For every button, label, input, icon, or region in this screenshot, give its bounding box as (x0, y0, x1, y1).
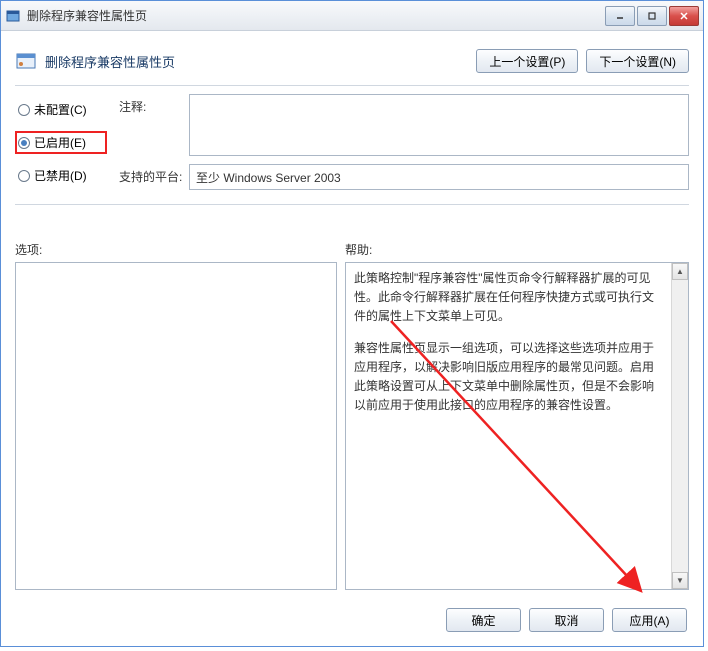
radio-icon (18, 170, 30, 182)
options-panel (15, 262, 337, 590)
platform-row: 支持的平台: 至少 Windows Server 2003 (119, 164, 689, 190)
radio-label: 已禁用(D) (34, 167, 87, 184)
help-label: 帮助: (345, 243, 372, 257)
scroll-up-button[interactable]: ▲ (672, 263, 688, 280)
apply-button[interactable]: 应用(A) (612, 608, 687, 632)
options-label: 选项: (15, 243, 42, 257)
comment-label: 注释: (119, 94, 189, 156)
header-row: 删除程序兼容性属性页 上一个设置(P) 下一个设置(N) (15, 39, 689, 83)
maximize-button[interactable] (637, 6, 667, 26)
radio-icon (18, 104, 30, 116)
radio-enabled[interactable]: 已启用(E) (15, 131, 107, 154)
window-controls (603, 6, 699, 26)
policy-icon (15, 50, 37, 72)
scroll-track[interactable] (672, 280, 688, 572)
page-title: 删除程序兼容性属性页 (45, 52, 476, 71)
footer-row: 确定 取消 应用(A) (15, 598, 689, 638)
nav-buttons: 上一个设置(P) 下一个设置(N) (476, 49, 689, 73)
comment-input[interactable] (189, 94, 689, 156)
config-section: 未配置(C) 已启用(E) 已禁用(D) 注释: 支持的平台: (15, 94, 689, 198)
divider (15, 85, 689, 86)
radio-group: 未配置(C) 已启用(E) 已禁用(D) (15, 94, 107, 198)
platform-label: 支持的平台: (119, 164, 189, 190)
help-panel: 此策略控制"程序兼容性"属性页命令行解释器扩展的可见性。此命令行解释器扩展在任何… (345, 262, 689, 590)
app-icon (5, 8, 21, 24)
titlebar: 删除程序兼容性属性页 (1, 1, 703, 31)
panels-row: 此策略控制"程序兼容性"属性页命令行解释器扩展的可见性。此命令行解释器扩展在任何… (15, 262, 689, 598)
scrollbar[interactable]: ▲ ▼ (671, 263, 688, 589)
scroll-down-button[interactable]: ▼ (672, 572, 688, 589)
cancel-button[interactable]: 取消 (529, 608, 604, 632)
next-setting-button[interactable]: 下一个设置(N) (586, 49, 689, 73)
radio-disabled[interactable]: 已禁用(D) (15, 164, 107, 187)
close-button[interactable] (669, 6, 699, 26)
window-title: 删除程序兼容性属性页 (27, 7, 603, 24)
radio-not-configured[interactable]: 未配置(C) (15, 98, 107, 121)
mid-labels-row: 选项: 帮助: (15, 241, 689, 258)
ok-button[interactable]: 确定 (446, 608, 521, 632)
help-paragraph: 此策略控制"程序兼容性"属性页命令行解释器扩展的可见性。此命令行解释器扩展在任何… (354, 269, 663, 327)
content-area: 删除程序兼容性属性页 上一个设置(P) 下一个设置(N) 未配置(C) 已启用(… (1, 31, 703, 646)
prev-setting-button[interactable]: 上一个设置(P) (476, 49, 578, 73)
dialog-window: 删除程序兼容性属性页 删除程序兼容性属性页 上一个设置(P) 下一个设置(N) … (0, 0, 704, 647)
radio-icon (18, 137, 30, 149)
radio-label: 未配置(C) (34, 101, 87, 118)
fields-column: 注释: 支持的平台: 至少 Windows Server 2003 (119, 94, 689, 198)
help-text: 此策略控制"程序兼容性"属性页命令行解释器扩展的可见性。此命令行解释器扩展在任何… (346, 263, 671, 589)
minimize-button[interactable] (605, 6, 635, 26)
help-paragraph: 兼容性属性页显示一组选项，可以选择这些选项并应用于应用程序，以解决影响旧版应用程… (354, 339, 663, 416)
divider (15, 204, 689, 205)
radio-label: 已启用(E) (34, 134, 86, 151)
platform-value: 至少 Windows Server 2003 (189, 164, 689, 190)
comment-row: 注释: (119, 94, 689, 156)
